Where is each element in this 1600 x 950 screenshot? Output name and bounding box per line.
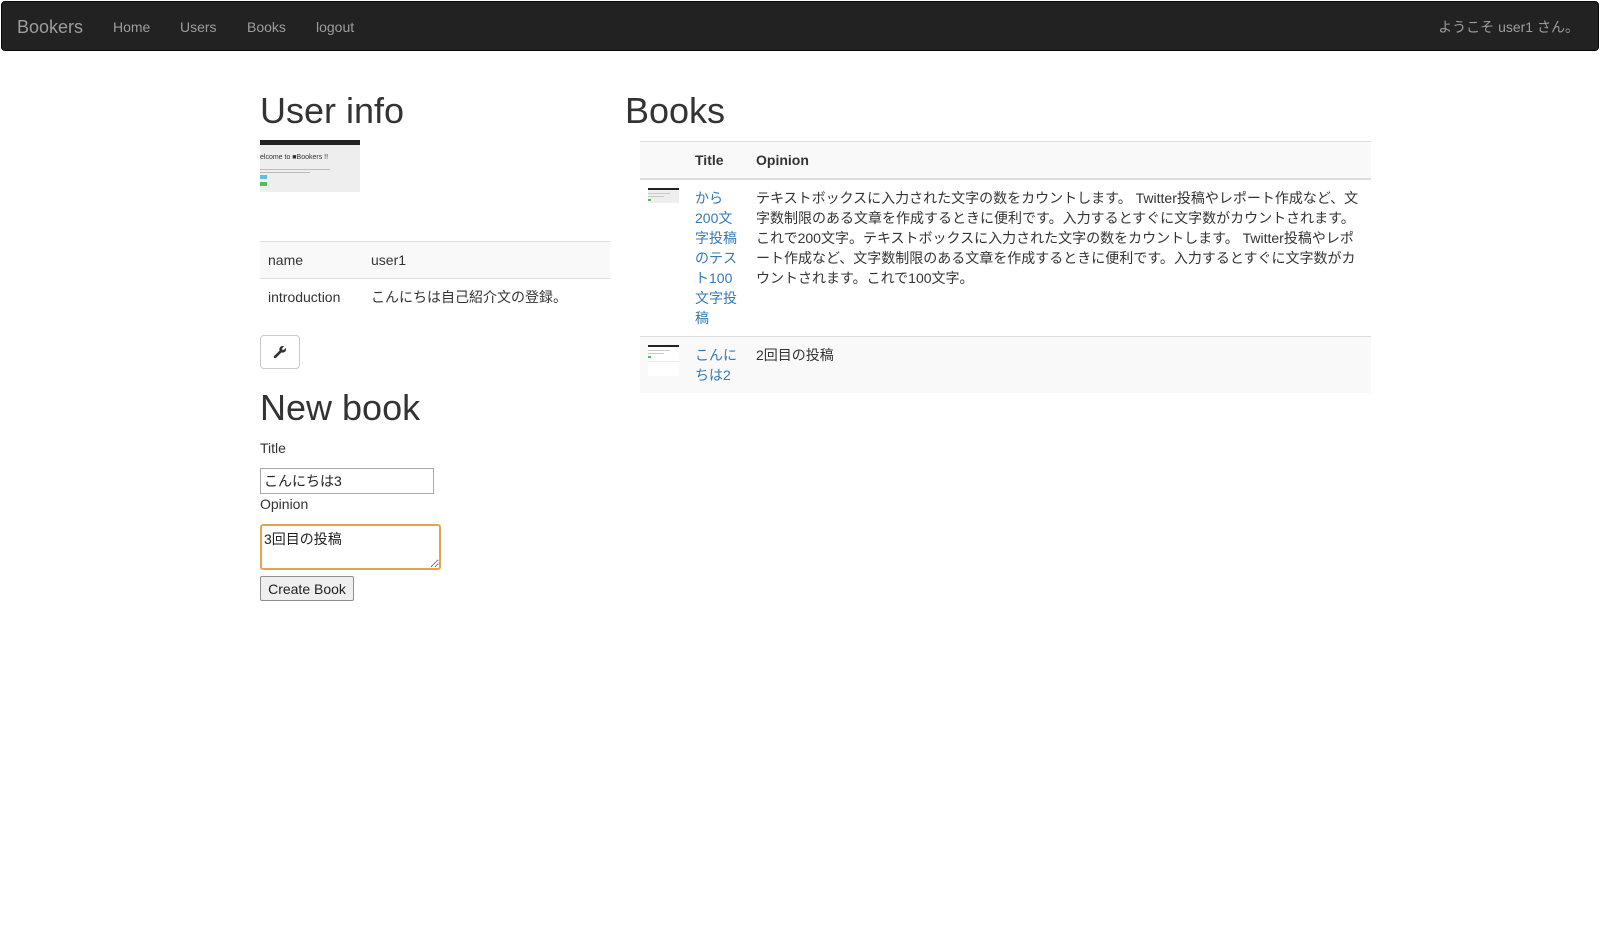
nav-logout-link[interactable]: logout: [316, 19, 354, 35]
title-label: Title: [260, 440, 286, 456]
book-title-link[interactable]: こんにちは2: [695, 347, 737, 383]
book-thumbnail[interactable]: [648, 187, 679, 203]
book-thumbnail[interactable]: [648, 344, 679, 376]
table-row: から200文字投稿のテスト100文字投稿 テキストボックスに入力された文字の数を…: [640, 178, 1371, 336]
profile-image: elcome to ■Bookers !!: [260, 140, 360, 192]
book-title-link[interactable]: から200文字投稿のテスト100文字投稿: [695, 190, 737, 326]
edit-user-button[interactable]: [260, 335, 300, 369]
book-opinion: テキストボックスに入力された文字の数をカウントします。 Twitter投稿やレポ…: [748, 178, 1371, 336]
book-opinion: 2回目の投稿: [748, 335, 1371, 393]
books-heading: Books: [625, 90, 726, 131]
profile-image-caption: elcome to ■Bookers !!: [260, 154, 329, 161]
nav-home-link[interactable]: Home: [113, 19, 150, 35]
table-row: name user1: [260, 241, 610, 279]
opinion-label: Opinion: [260, 496, 309, 512]
navbar: Bookers Home Users Books logout ようこそ use…: [1, 1, 1599, 51]
brand-link[interactable]: Bookers: [17, 17, 83, 37]
table-row: こんにちは2 2回目の投稿: [640, 335, 1371, 393]
books-table: Title Opinion から200文字投稿のテスト100文字投稿 テキストボ…: [640, 141, 1371, 393]
title-input[interactable]: [260, 468, 434, 494]
column-header-image: [640, 141, 687, 180]
new-book-heading: New book: [260, 387, 421, 428]
table-row: introduction こんにちは自己紹介文の登録。: [260, 278, 610, 316]
column-header-title: Title: [687, 141, 748, 180]
name-label: name: [260, 241, 363, 279]
create-book-button[interactable]: Create Book: [260, 576, 354, 601]
user-info-heading: User info: [260, 90, 405, 131]
user-info-table: name user1 introduction こんにちは自己紹介文の登録。: [260, 241, 610, 316]
welcome-message: ようこそ user1 さん。: [1438, 19, 1579, 35]
nav-users-link[interactable]: Users: [180, 19, 217, 35]
nav-books-link[interactable]: Books: [247, 19, 286, 35]
column-header-opinion: Opinion: [748, 141, 1371, 180]
wrench-icon: [273, 345, 287, 359]
opinion-textarea[interactable]: 3回目の投稿: [260, 524, 441, 570]
introduction-value: こんにちは自己紹介文の登録。: [363, 278, 610, 316]
name-value: user1: [363, 241, 610, 279]
introduction-label: introduction: [260, 278, 363, 316]
table-header-row: Title Opinion: [640, 141, 1371, 180]
